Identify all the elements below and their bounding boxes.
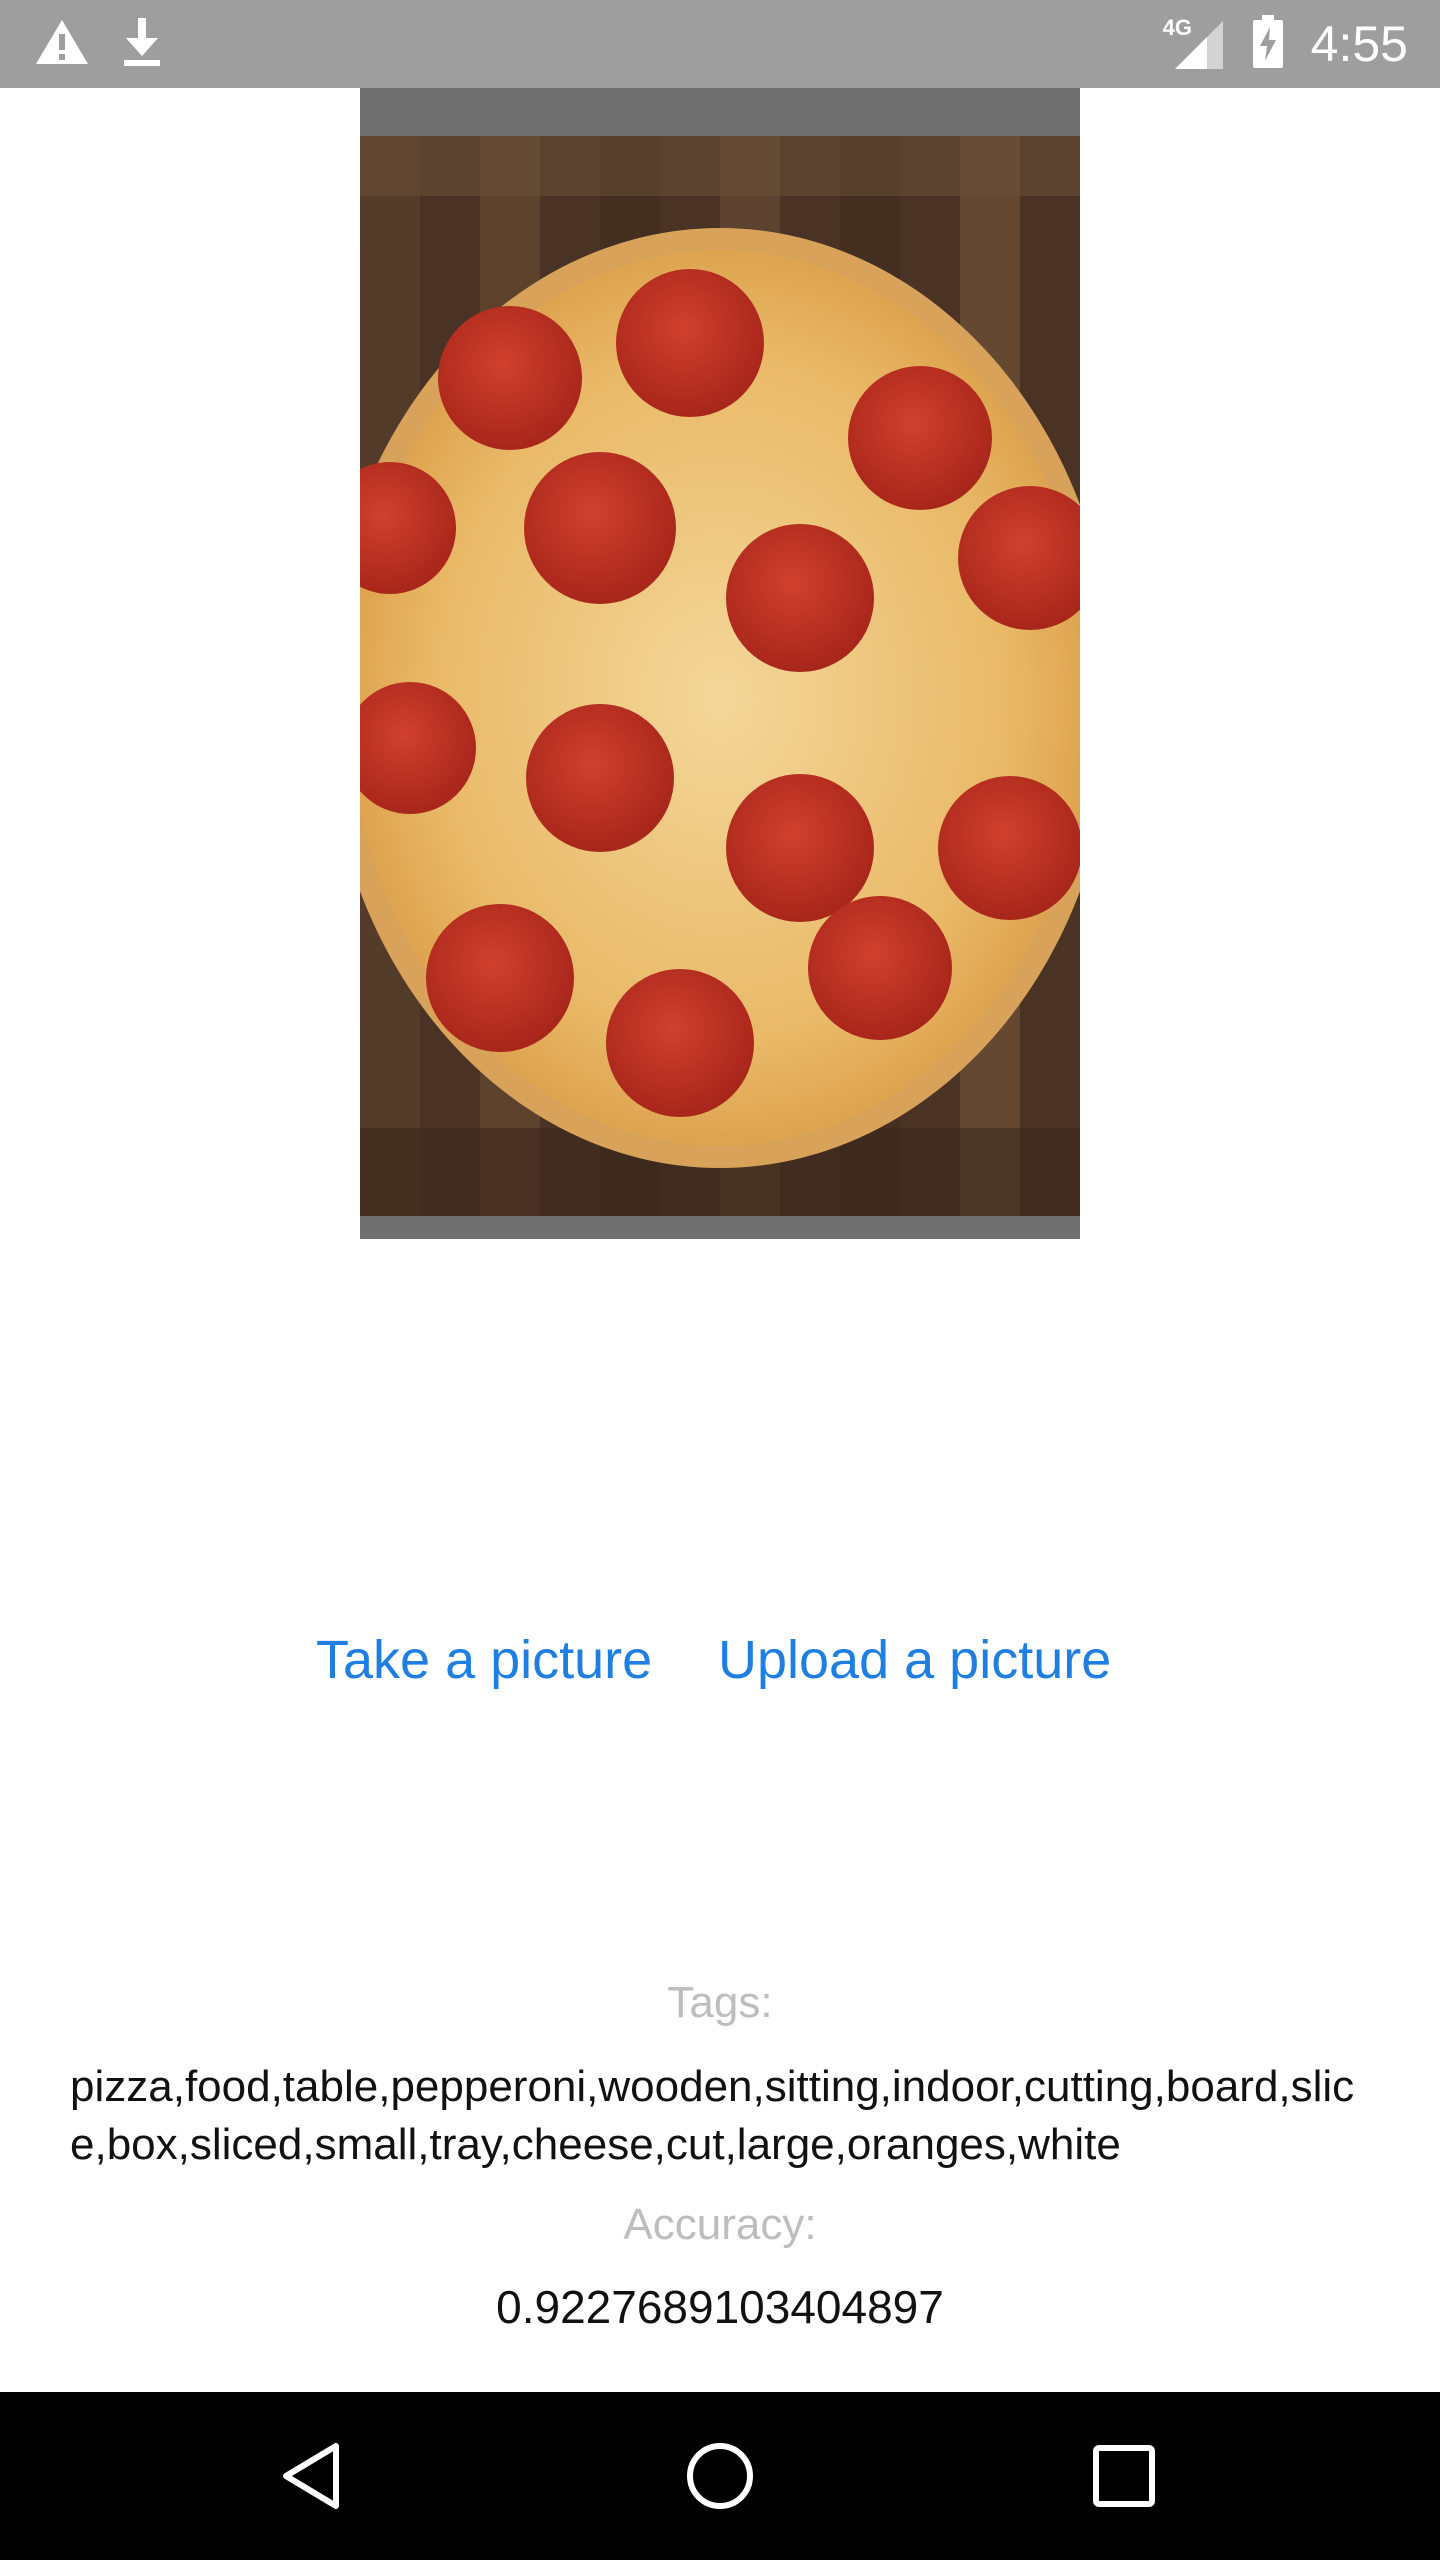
pizza-photo [360,88,1080,1239]
back-icon[interactable] [276,2436,356,2516]
accuracy-label: Accuracy: [623,2200,817,2249]
upload-picture-button[interactable]: Upload a picture [718,1620,1111,1700]
download-icon [120,16,164,73]
accuracy-value: 0.9227689103404897 [496,2281,944,2333]
clock: 4:55 [1310,16,1408,72]
picture-actions: Take a picture Upload a picture [0,1620,1440,1700]
tags-value: pizza,food,table,pepperoni,wooden,sittin… [70,2062,1355,2169]
signal-icon: 4G [1162,15,1225,71]
home-icon[interactable] [680,2436,760,2516]
navigation-bar [0,2392,1440,2560]
battery-charging-icon [1251,14,1285,74]
status-bar: 4G 4:55 [0,0,1440,88]
status-right: 4G 4:55 [1137,14,1408,74]
status-left [34,16,194,73]
tags-label: Tags: [667,1978,773,2027]
take-picture-button[interactable]: Take a picture [316,1620,652,1700]
warning-icon [34,17,90,72]
recents-icon[interactable] [1084,2436,1164,2516]
network-type-label: 4G [1162,15,1193,40]
pepperoni-pizza-illustration [360,88,1080,1239]
